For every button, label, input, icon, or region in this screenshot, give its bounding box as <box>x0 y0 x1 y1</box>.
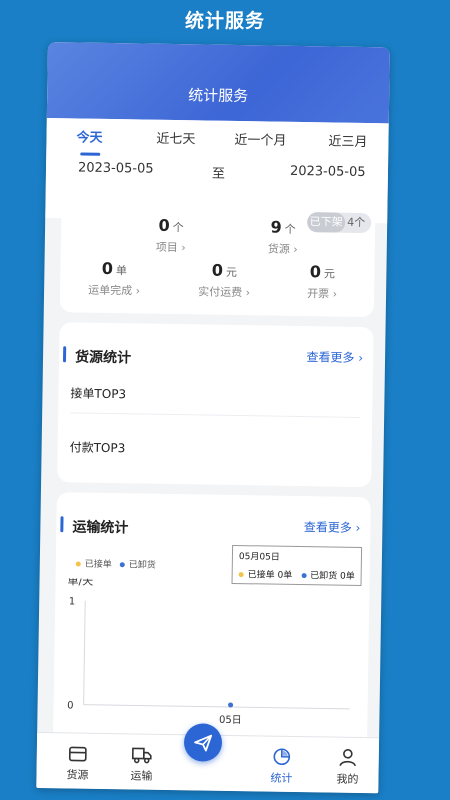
tab-one-month[interactable]: 近一个月 <box>234 129 286 149</box>
user-icon <box>339 748 356 767</box>
box-icon <box>68 746 87 762</box>
transport-stats-card: 运输统计 查看更多 › 已接单 已卸货 05月05日 已接单 0单 已卸货 0单… <box>52 492 371 758</box>
page-title: 统计服务 <box>188 86 249 106</box>
list-item-pay-top3[interactable]: 付款TOP3 <box>70 438 126 456</box>
divider <box>70 412 361 418</box>
y-axis-label: 单/天 <box>67 578 93 588</box>
nav-item-transport[interactable]: 运输 <box>116 744 167 784</box>
dot-icon <box>238 572 244 578</box>
offline-badge[interactable]: 已下架 4个 <box>307 212 372 234</box>
transport-stats-title: 运输统计 <box>72 519 129 537</box>
list-item-accept-top3[interactable]: 接单TOP3 <box>70 384 126 402</box>
tooltip-date: 05月05日 <box>238 552 280 563</box>
tab-seven-days[interactable]: 近七天 <box>156 128 195 148</box>
x-tick-label: 05日 <box>219 715 242 726</box>
y-axis-line <box>83 600 86 705</box>
date-end[interactable]: 2023-05-05 <box>290 164 366 180</box>
legend-dot-icon <box>119 562 125 568</box>
send-icon <box>194 734 213 752</box>
stat-freight-paid[interactable]: 0元 实付运费 › <box>184 260 265 300</box>
header: 统计服务 <box>46 42 390 124</box>
truck-icon <box>131 747 152 764</box>
chart-tooltip: 05月05日 已接单 0单 已卸货 0单 <box>231 544 363 586</box>
x-axis-line <box>83 704 350 710</box>
date-separator: 至 <box>211 166 226 182</box>
source-stats-card: 货源统计 查看更多 › 接单TOP3 付款TOP3 <box>57 322 374 488</box>
phone-screen: 统计服务 今天 近七天 近一个月 近三月 2023-05-05 至 2023-0… <box>36 42 390 794</box>
pie-chart-icon <box>273 748 291 766</box>
summary-card: 0个 项目 › 9个 货源 › 已下架 4个 0单 运单完成 › 0元 实付运费… <box>59 196 376 318</box>
transport-stats-more-link[interactable]: 查看更多 › <box>304 518 361 536</box>
bottom-navbar: 货源 运输 统计 我的 <box>36 723 380 794</box>
tooltip-values: 已接单 0单 已卸货 0单 <box>238 567 355 582</box>
tab-three-months[interactable]: 近三月 <box>328 130 367 150</box>
stat-projects[interactable]: 0个 项目 › <box>141 215 202 255</box>
y-tick-label: 1 <box>69 596 76 607</box>
outer-title: 统计服务 <box>184 10 265 32</box>
stat-orders-done[interactable]: 0单 运单完成 › <box>74 258 155 298</box>
y-tick-label: 0 <box>67 700 74 711</box>
send-fab-button[interactable] <box>183 723 223 762</box>
legend-dot-icon <box>75 561 81 567</box>
tab-today[interactable]: 今天 <box>76 126 102 145</box>
nav-item-source[interactable]: 货源 <box>52 743 103 783</box>
stat-invoice[interactable]: 0元 开票 › <box>292 262 353 302</box>
section-marker <box>60 516 64 533</box>
legend-accepted: 已接单 <box>75 557 112 570</box>
stat-sources[interactable]: 9个 货源 › <box>253 217 314 257</box>
source-stats-more-link[interactable]: 查看更多 › <box>306 348 363 366</box>
tab-active-indicator <box>80 152 101 156</box>
nav-item-mine[interactable]: 我的 <box>322 747 373 787</box>
section-marker <box>62 346 67 363</box>
legend-unloaded: 已卸货 <box>119 557 156 571</box>
date-start[interactable]: 2023-05-05 <box>78 160 154 176</box>
source-stats-title: 货源统计 <box>74 349 132 367</box>
dot-icon <box>301 573 307 579</box>
nav-item-stats[interactable]: 统计 <box>256 746 307 786</box>
